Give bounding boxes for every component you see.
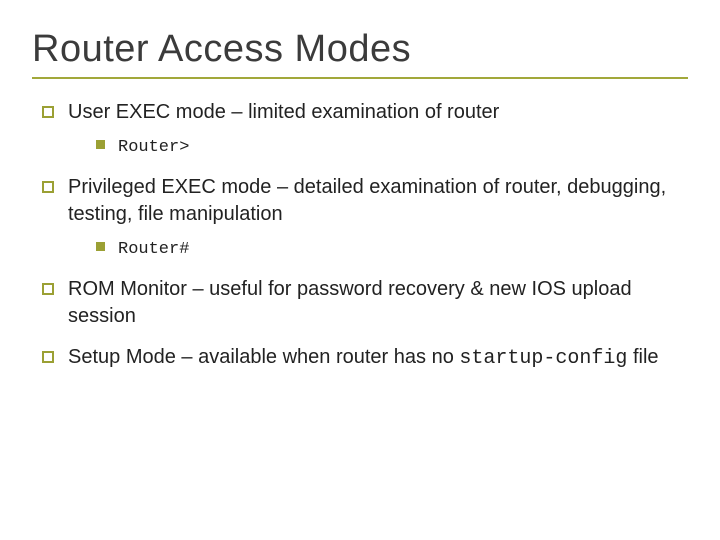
sub-list: Router> [68, 134, 684, 160]
sub-list: Router# [68, 236, 684, 262]
item-text: User EXEC mode – limited examination of … [68, 101, 499, 123]
top-list: User EXEC mode – limited examination of … [32, 99, 688, 372]
item-text-prefix: Setup Mode – available when router has n… [68, 346, 459, 368]
filled-square-bullet-icon [96, 140, 105, 149]
sub-list-item: Router> [96, 134, 684, 160]
sub-item-text: Router> [118, 138, 189, 157]
square-bullet-icon [42, 181, 54, 193]
page-title: Router Access Modes [32, 28, 688, 71]
item-text: Privileged EXEC mode – detailed examinat… [68, 176, 666, 225]
item-text-suffix: file [627, 346, 658, 368]
sub-item-text: Router# [118, 240, 189, 259]
square-bullet-icon [42, 351, 54, 363]
list-item: ROM Monitor – useful for password recove… [40, 276, 684, 330]
square-bullet-icon [42, 106, 54, 118]
list-item: Privileged EXEC mode – detailed examinat… [40, 174, 684, 262]
slide: Router Access Modes User EXEC mode – lim… [0, 0, 720, 540]
square-bullet-icon [42, 283, 54, 295]
item-text: ROM Monitor – useful for password recove… [68, 278, 632, 327]
title-rule [32, 77, 688, 79]
list-item: Setup Mode – available when router has n… [40, 344, 684, 372]
sub-list-item: Router# [96, 236, 684, 262]
item-text-mono: startup-config [459, 347, 627, 370]
list-item: User EXEC mode – limited examination of … [40, 99, 684, 160]
filled-square-bullet-icon [96, 242, 105, 251]
